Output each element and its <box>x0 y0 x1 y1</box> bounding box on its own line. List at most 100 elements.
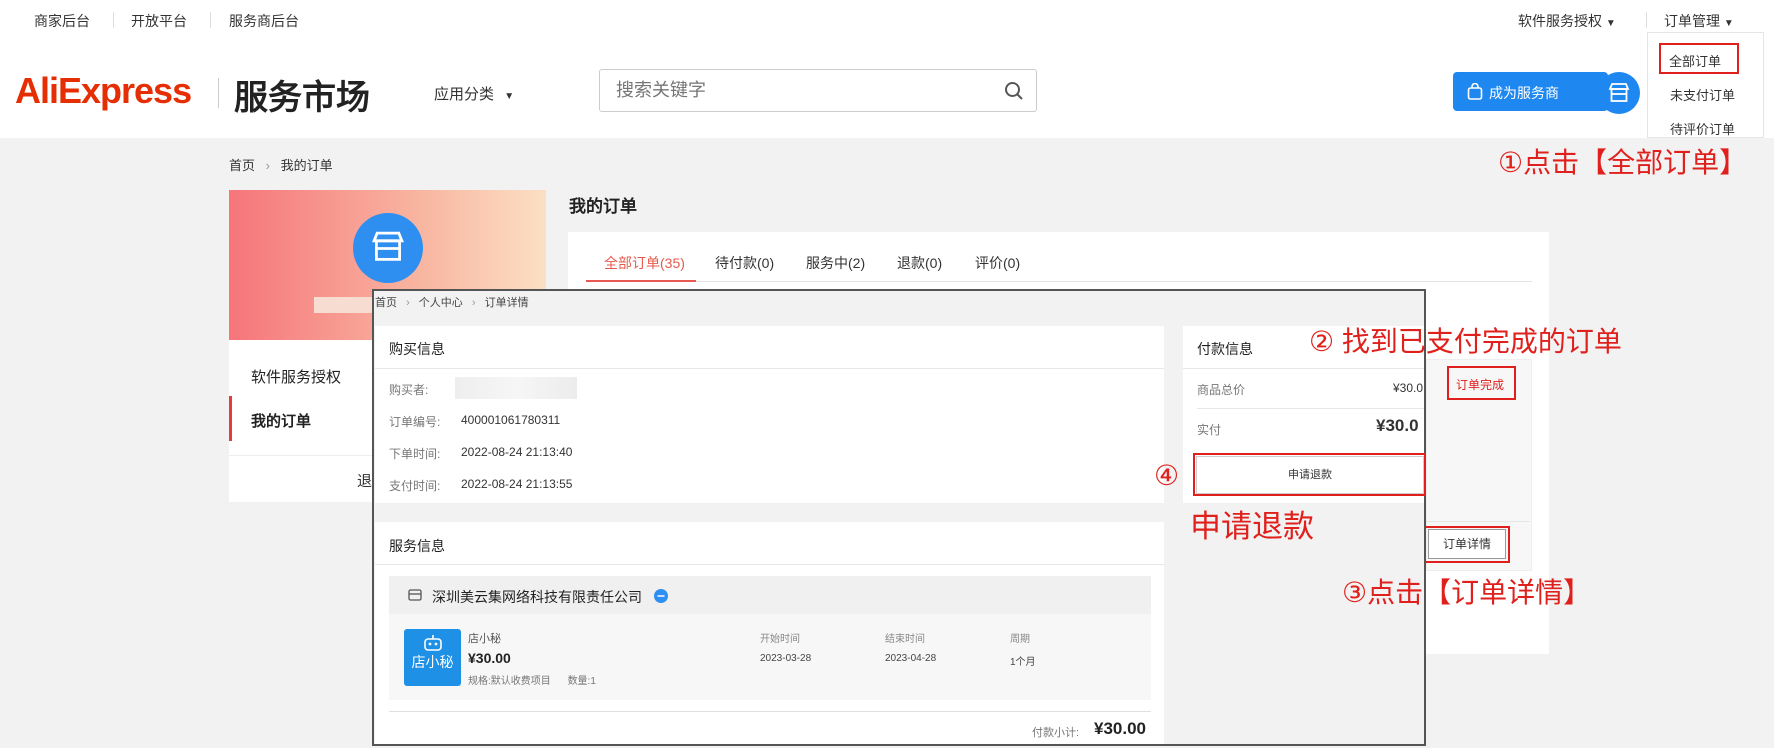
blurred-buyer-name <box>455 377 577 399</box>
caret-down-icon: ▼ <box>504 91 515 102</box>
blurred-username <box>314 297 372 313</box>
tab-refund[interactable]: 退款(0) <box>897 253 942 273</box>
divider <box>375 368 1164 369</box>
become-provider-button[interactable]: 成为服务商 <box>1453 72 1608 111</box>
sidebar-item-my-orders[interactable]: 我的订单 <box>251 410 311 431</box>
search-icon[interactable] <box>1004 81 1024 101</box>
highlight-box <box>1424 526 1510 563</box>
profile-avatar <box>353 213 423 283</box>
total-price-value: ¥30.0 <box>1393 381 1424 395</box>
product-spec: 规格:默认收费项目 数量:1 <box>468 672 596 687</box>
buyer-label: 购买者: <box>389 383 429 397</box>
breadcrumb: 首页 › 我的订单 <box>229 155 333 174</box>
spec-value: 默认收费项目 <box>490 676 551 687</box>
breadcrumb-personal-center[interactable]: 个人中心 <box>419 297 463 309</box>
qty-value: 1 <box>590 676 596 687</box>
page-title: 我的订单 <box>569 197 637 216</box>
period-value: 1个月 <box>1010 657 1036 668</box>
pay-time-label: 支付时间: <box>389 479 441 493</box>
spec-label: 规格: <box>468 676 491 687</box>
product-price: ¥30.00 <box>468 650 511 666</box>
pay-time-value: 2022-08-24 21:13:55 <box>461 477 573 491</box>
tab-all-orders[interactable]: 全部订单(35) <box>604 253 685 273</box>
top-bar: 商家后台 开放平台 服务商后台 软件服务授权 ▼ 订单管理 ▼ <box>0 0 1774 40</box>
logo-divider <box>218 78 219 108</box>
service-market-logo[interactable]: 服务市场 <box>234 70 370 119</box>
caret-down-icon: ▼ <box>1605 18 1616 29</box>
paid-value: ¥30.0 <box>1376 416 1419 435</box>
breadcrumb-order-detail: 订单详情 <box>484 297 529 309</box>
shop-icon <box>408 589 422 601</box>
divider <box>113 12 114 28</box>
divider <box>1426 521 1530 522</box>
tab-review[interactable]: 评价(0) <box>975 253 1020 273</box>
caret-down-icon: ▼ <box>1723 18 1734 29</box>
merchant-backend-link[interactable]: 商家后台 <box>34 11 90 31</box>
menu-item-pending-review[interactable]: 待评价订单 <box>1670 119 1735 138</box>
chat-icon[interactable] <box>654 589 668 603</box>
order-no-value: 400001061780311 <box>461 413 561 427</box>
start-time-value: 2023-03-28 <box>760 653 812 664</box>
app-category-menu[interactable]: 应用分类 ▼ <box>434 83 514 104</box>
start-time-header: 开始时间 <box>760 634 800 645</box>
active-indicator <box>229 396 232 441</box>
highlight-box <box>1447 366 1516 400</box>
service-info-title: 服务信息 <box>389 538 445 554</box>
divider <box>1646 12 1647 28</box>
software-auth-label: 软件服务授权 <box>1518 13 1602 29</box>
subtotal-value: ¥30.00 <box>1094 719 1146 738</box>
shopping-bag-icon <box>1467 83 1483 100</box>
purchase-info-title: 购买信息 <box>389 341 445 357</box>
product-name[interactable]: 店小秘 <box>468 630 501 646</box>
user-avatar[interactable] <box>1598 72 1640 114</box>
search-box <box>599 69 1037 112</box>
menu-item-unpaid-orders[interactable]: 未支付订单 <box>1670 85 1735 104</box>
provider-backend-link[interactable]: 服务商后台 <box>229 11 299 31</box>
order-management-menu[interactable]: 订单管理 ▼ <box>1664 11 1734 31</box>
annotation-step1: ①点击【全部订单】 <box>1498 147 1748 178</box>
divider <box>210 12 211 28</box>
highlight-box <box>1193 453 1426 496</box>
breadcrumb-home[interactable]: 首页 <box>375 297 397 309</box>
product-icon: 店小秘 <box>404 629 461 686</box>
become-provider-label: 成为服务商 <box>1489 85 1559 101</box>
company-name[interactable]: 深圳美云集网络科技有限责任公司 <box>432 587 642 607</box>
divider <box>389 711 1151 712</box>
aliexpress-logo[interactable]: AliExpress <box>15 70 192 112</box>
search-input[interactable] <box>614 79 988 102</box>
total-price-label: 商品总价 <box>1197 383 1246 397</box>
app-category-label: 应用分类 <box>434 86 495 103</box>
logout-link[interactable]: 退 <box>357 470 372 491</box>
chevron-right-icon: › <box>471 297 476 309</box>
end-time-value: 2023-04-28 <box>885 653 937 664</box>
payment-info-title: 付款信息 <box>1197 341 1253 357</box>
order-time-value: 2022-08-24 21:13:40 <box>461 445 573 459</box>
highlight-box <box>1659 43 1739 74</box>
tab-pending-payment[interactable]: 待付款(0) <box>715 253 774 273</box>
period-header: 周期 <box>1010 634 1030 645</box>
annotation-step2: ② 找到已支付完成的订单 <box>1309 326 1622 357</box>
paid-label: 实付 <box>1197 423 1222 437</box>
store-icon <box>372 231 404 261</box>
chevron-right-icon: › <box>406 297 410 309</box>
store-icon <box>1608 83 1630 102</box>
annotation-step4-text: 申请退款 <box>1190 509 1314 544</box>
active-tab-underline <box>586 280 696 282</box>
breadcrumb-home[interactable]: 首页 <box>229 158 255 173</box>
sidebar-item-software-auth[interactable]: 软件服务授权 <box>251 366 341 387</box>
product-icon-text: 店小秘 <box>411 654 454 670</box>
tab-in-service[interactable]: 服务中(2) <box>806 253 865 273</box>
overlay-breadcrumb: 首页 › 个人中心 › 订单详情 <box>375 294 529 310</box>
order-time-label: 下单时间: <box>389 447 441 461</box>
end-time-header: 结束时间 <box>885 634 925 645</box>
order-management-label: 订单管理 <box>1664 13 1720 29</box>
software-auth-menu[interactable]: 软件服务授权 ▼ <box>1518 11 1616 31</box>
divider <box>1197 408 1424 409</box>
open-platform-link[interactable]: 开放平台 <box>131 11 187 31</box>
chevron-right-icon: › <box>265 158 270 173</box>
divider <box>1183 368 1424 369</box>
tab-divider <box>586 281 1532 282</box>
order-no-label: 订单编号: <box>389 415 441 429</box>
qty-label: 数量: <box>567 676 591 687</box>
annotation-step4-number: ④ <box>1154 460 1180 491</box>
